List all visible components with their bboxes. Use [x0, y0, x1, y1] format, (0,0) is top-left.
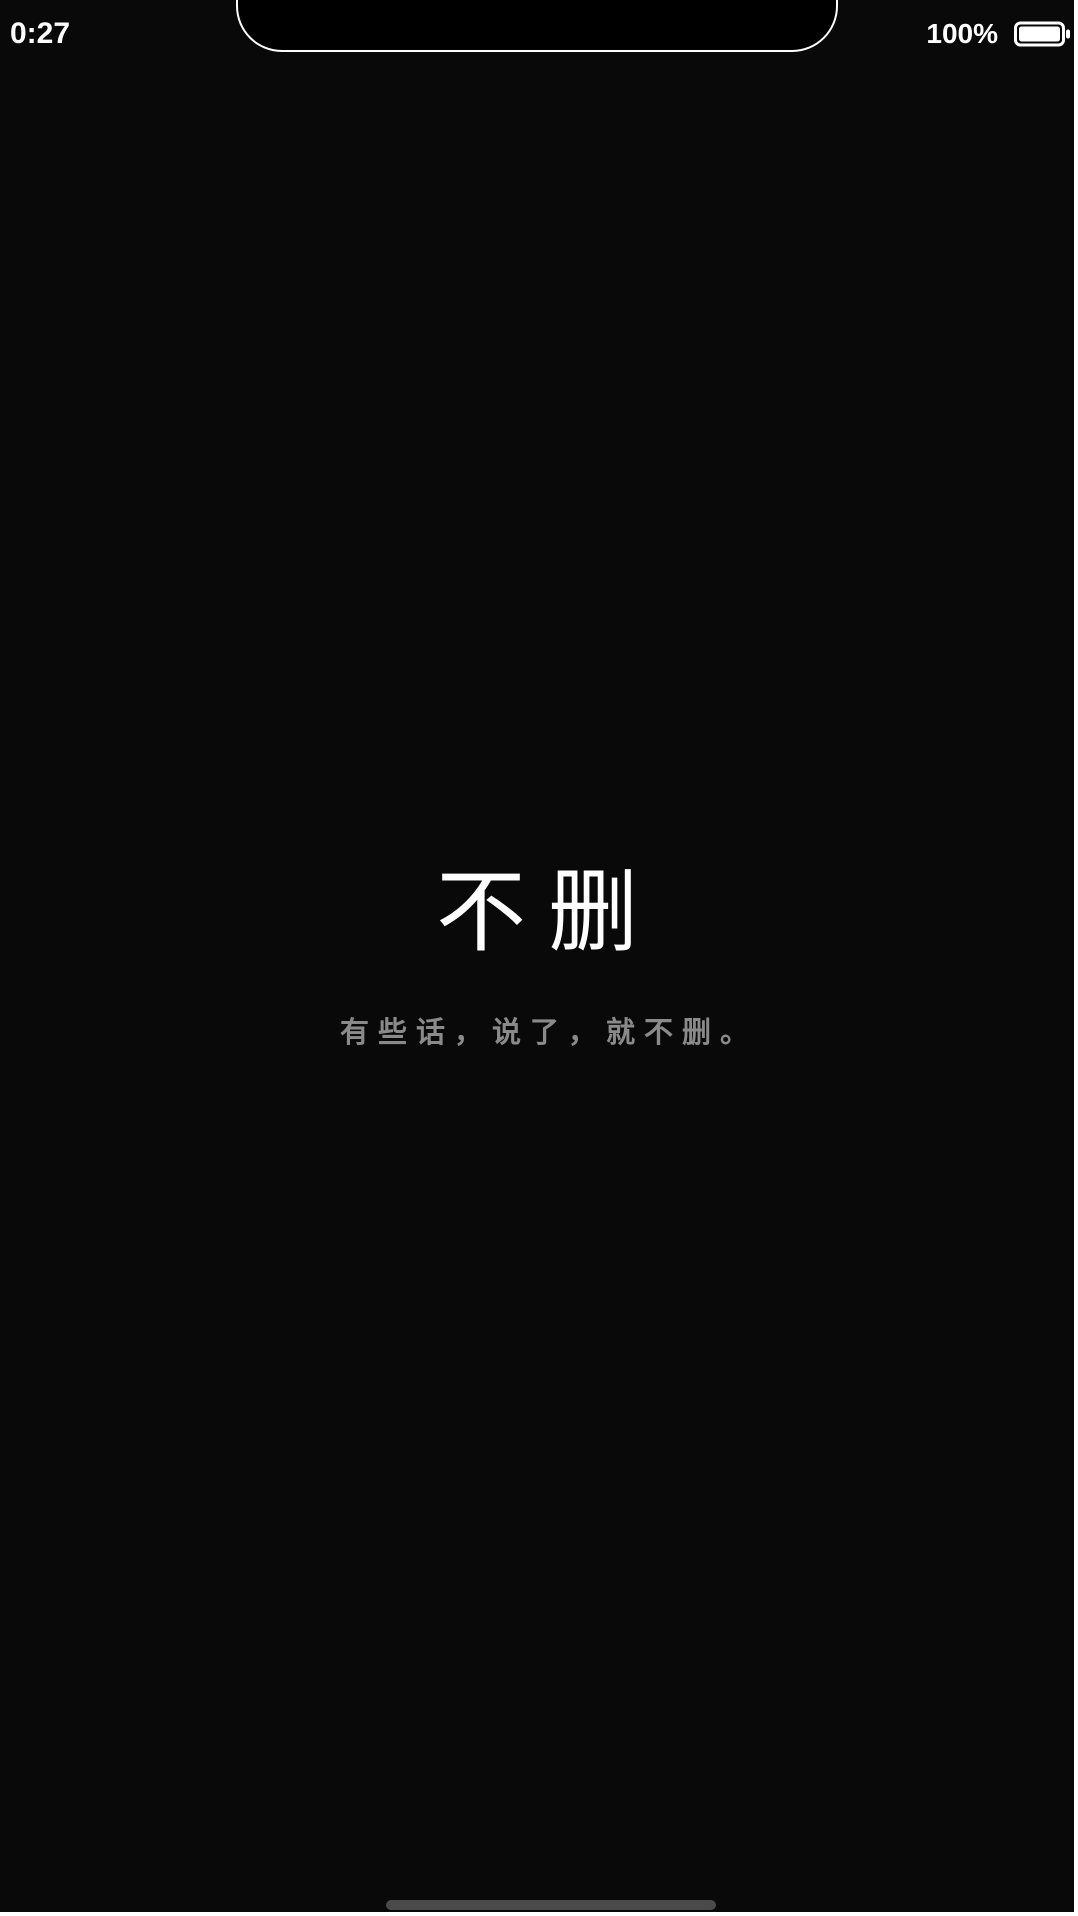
battery-full-icon [1014, 21, 1070, 47]
status-right-group: 100% [926, 16, 1072, 52]
app-screen: 0:27 100% 不删 有些话，说了，就不删。 [0, 0, 1074, 1912]
center-content: 不删 有些话，说了，就不删。 [0, 858, 1074, 1052]
home-indicator[interactable] [386, 1900, 716, 1910]
device-notch [236, 0, 838, 52]
battery-percent: 100% [926, 18, 998, 49]
page-title: 不删 [436, 860, 660, 965]
page-subtitle: 有些话，说了，就不删。 [339, 1015, 758, 1049]
status-bar: 0:27 100% [0, 0, 1074, 64]
status-time: 0:27 [10, 17, 71, 50]
